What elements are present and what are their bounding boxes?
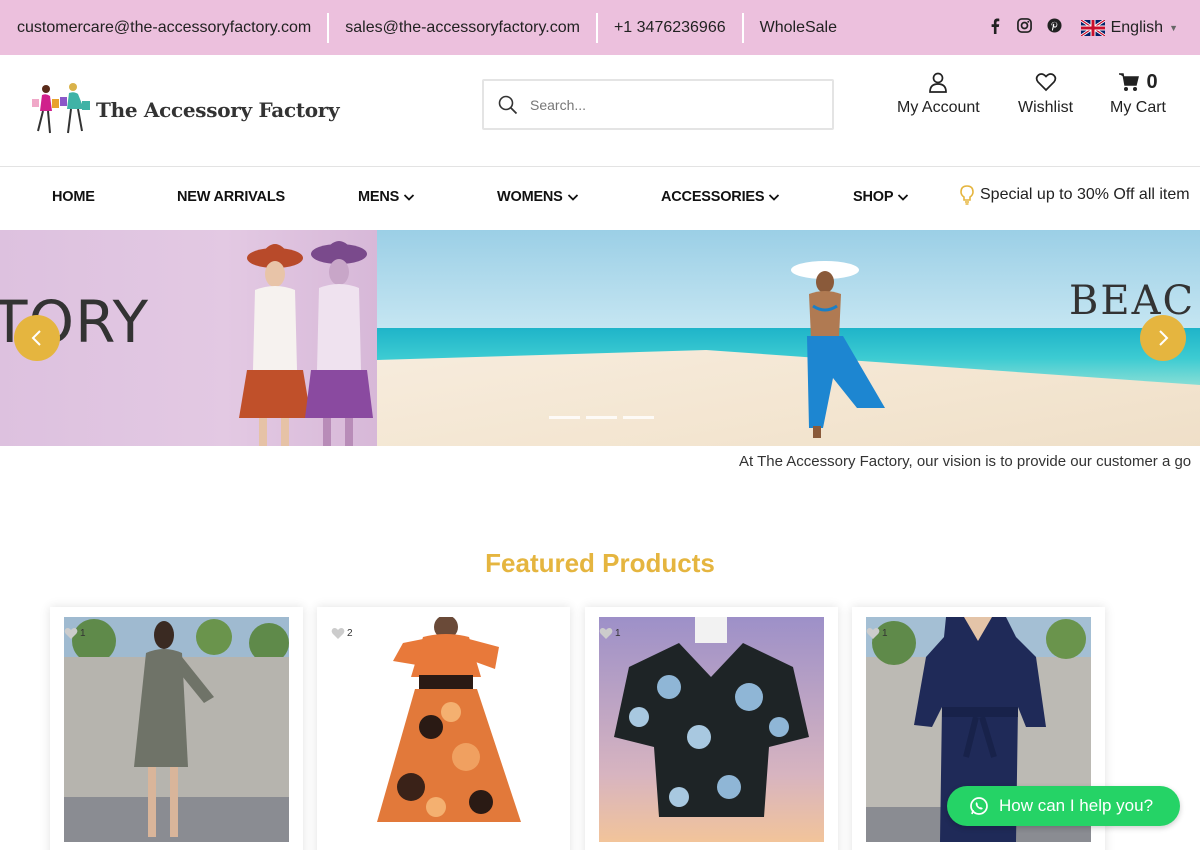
heart-icon [1035, 73, 1056, 92]
product-card[interactable]: 2 [317, 607, 570, 850]
search-box [482, 79, 834, 130]
nav-label: SHOP [853, 189, 894, 205]
search-icon[interactable] [498, 95, 518, 115]
models-illustration [239, 241, 373, 446]
cart-count: 0 [1146, 70, 1158, 93]
wishlist-toggle[interactable]: 1 [599, 627, 621, 640]
wishlist-toggle[interactable]: 1 [64, 627, 86, 640]
vision-marquee: At The Accessory Factory, our vision is … [739, 453, 1192, 470]
facebook-icon[interactable] [987, 18, 1003, 38]
chevron-down-icon [769, 194, 780, 201]
language-selector[interactable]: English ▼ [1080, 18, 1178, 37]
social-links: English ▼ [987, 0, 1200, 55]
hero-slider: TORY BEAC [0, 230, 1200, 446]
slider-dot[interactable] [549, 416, 580, 419]
product-image[interactable] [599, 617, 824, 842]
heart-icon [599, 628, 613, 639]
cart-icon [1119, 73, 1140, 91]
wholesale-link[interactable]: WholeSale [744, 13, 853, 43]
nav-item-mens[interactable]: MENS [358, 189, 415, 205]
nav-label: HOME [52, 189, 95, 205]
wishlist-count: 2 [347, 628, 353, 639]
wishlist-label: Wishlist [1018, 99, 1074, 116]
wishlist-count: 1 [615, 628, 621, 639]
phone-link[interactable]: +1 3476236966 [598, 13, 742, 43]
uk-flag-icon [1080, 19, 1105, 36]
chevron-down-icon [567, 194, 578, 201]
top-bar: customercare@the-accessoryfactory.com sa… [0, 0, 1200, 55]
nav-item-new-arrivals[interactable]: NEW ARRIVALS [177, 189, 285, 205]
nav-item-accessories[interactable]: ACCESSORIES [661, 189, 780, 205]
caret-down-icon: ▼ [1169, 22, 1178, 33]
slide-right-text: BEAC [1069, 278, 1196, 324]
slider-next-button[interactable] [1140, 315, 1186, 361]
slider-dot[interactable] [586, 416, 617, 419]
product-card[interactable]: 1 [585, 607, 838, 850]
product-card[interactable]: 1 [50, 607, 303, 850]
language-label: English [1110, 18, 1164, 36]
wishlist-count: 1 [80, 628, 86, 639]
wishlist-link[interactable]: Wishlist [1018, 71, 1073, 117]
heart-icon [866, 628, 880, 639]
promo-banner: Special up to 30% Off all item [960, 185, 1190, 205]
slide-beach-image: BEAC [377, 230, 1200, 446]
main-nav: HOME NEW ARRIVALS MENS WOMENS ACCESSORIE… [0, 167, 1200, 230]
chevron-left-icon [31, 330, 41, 346]
nav-label: WOMENS [497, 189, 563, 205]
whatsapp-label: How can I help you? [999, 796, 1154, 815]
user-icon [929, 72, 948, 93]
nav-item-shop[interactable]: SHOP [853, 189, 909, 205]
product-image[interactable] [64, 617, 289, 842]
promo-text: Special up to 30% Off all item [980, 186, 1190, 203]
my-cart-label: My Cart [1110, 99, 1166, 116]
nav-item-home[interactable]: HOME [52, 189, 95, 205]
nav-label: NEW ARRIVALS [177, 189, 285, 205]
nav-label: ACCESSORIES [661, 189, 765, 205]
header: The Accessory Factory My Account Wishlis… [0, 55, 1200, 167]
chevron-down-icon [898, 194, 909, 201]
heart-icon [64, 628, 78, 639]
slider-dots [549, 416, 654, 419]
whatsapp-icon [970, 797, 988, 815]
beach-woman-illustration [791, 261, 885, 438]
wishlist-toggle[interactable]: 1 [866, 627, 888, 640]
logo-shoppers-icon [32, 83, 90, 134]
slider-prev-button[interactable] [14, 315, 60, 361]
chevron-right-icon [1159, 330, 1169, 346]
nav-item-womens[interactable]: WOMENS [497, 189, 579, 205]
slider-dot[interactable] [623, 416, 654, 419]
whatsapp-chat-button[interactable]: How can I help you? [947, 786, 1180, 826]
pinterest-icon[interactable] [1047, 18, 1063, 37]
wishlist-toggle[interactable]: 2 [331, 627, 353, 640]
product-image[interactable] [331, 617, 556, 842]
site-logo[interactable]: The Accessory Factory [26, 79, 340, 141]
my-account-link[interactable]: My Account [897, 71, 980, 117]
heart-icon [331, 628, 345, 639]
logo-text: The Accessory Factory [96, 98, 340, 122]
customercare-email-link[interactable]: customercare@the-accessoryfactory.com [0, 13, 327, 43]
lightbulb-icon [960, 185, 974, 205]
my-cart-link[interactable]: 0 My Cart [1110, 71, 1166, 117]
instagram-icon[interactable] [1017, 18, 1033, 37]
chevron-down-icon [403, 194, 415, 201]
search-input[interactable] [530, 96, 810, 113]
featured-products-title: Featured Products [485, 548, 715, 578]
wishlist-count: 1 [882, 628, 888, 639]
my-account-label: My Account [897, 99, 980, 116]
nav-label: MENS [358, 189, 400, 205]
sales-email-link[interactable]: sales@the-accessoryfactory.com [329, 13, 596, 43]
